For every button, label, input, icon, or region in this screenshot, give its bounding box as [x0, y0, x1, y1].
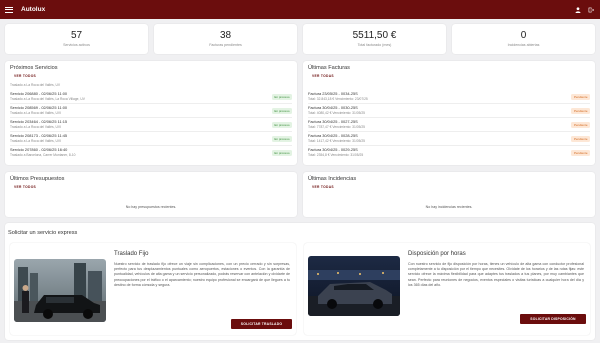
- status-badge: Pendiente: [571, 136, 590, 142]
- user-icon[interactable]: [575, 6, 581, 13]
- stat-card-incidencias: 0 Incidencias abiertas: [452, 24, 595, 54]
- item-subtitle: Traslado a La Roca del Vallès, UVI: [10, 125, 61, 129]
- ultimas-incidencias-card: Últimas Incidencias VER TODAS No hay inc…: [303, 172, 595, 217]
- list-item[interactable]: Servicio 208173 - 02/06/25 11:45 Traslad…: [10, 133, 292, 146]
- card-title: Traslado Fijo: [114, 251, 149, 257]
- card-description: Nuestro servicio de traslado fijo ofrece…: [114, 262, 290, 287]
- item-title: Servicio 208569 - 02/06/25 11:00: [10, 105, 68, 110]
- ver-todos-link[interactable]: VER TODOS: [14, 185, 36, 189]
- card-description: Con nuestro servicio de fijo disposición…: [408, 262, 584, 287]
- solicitar-traslado-button[interactable]: SOLICITAR TRASLADO: [231, 319, 292, 329]
- item-subtitle: Traslado a Barcelona, Carrer Muntaner, 8…: [10, 153, 76, 157]
- stat-card-servicios: 57 Servicios activos: [5, 24, 148, 54]
- item-subtitle: Traslado a La Roca del Vallès, La Roca V…: [10, 97, 85, 101]
- traslado-fijo-card: Traslado Fijo Nuestro servicio de trasla…: [10, 243, 296, 335]
- empty-message: No hay incidencias recientes.: [425, 205, 473, 209]
- logout-icon[interactable]: [588, 7, 594, 13]
- list-item[interactable]: Factura 30/04/25 - 0028-25S Total: 1417,…: [308, 133, 590, 146]
- list-item[interactable]: Servicio 206880 - 02/06/25 11:00 Traslad…: [10, 91, 292, 104]
- status-badge: Pendiente: [571, 150, 590, 156]
- item-subtitle: Total: 4080,42 € Vencimiento: 31/05/25: [308, 111, 366, 115]
- stat-value: 0: [520, 30, 527, 41]
- status-badge: En proceso: [271, 122, 292, 128]
- item-title: Factura 30/04/25 - 0029-25S: [308, 147, 358, 152]
- item-subtitle: Total: 1417,42 € Vencimiento: 31/05/25: [308, 139, 366, 143]
- express-title: Solicitar un servicio express: [8, 230, 78, 236]
- stat-card-total: 5511,50 € Total facturado (mes): [303, 24, 446, 54]
- card-title: Disposición por horas: [408, 251, 466, 257]
- list-item[interactable]: Servicio 207860 - 02/06/25 16:40 Traslad…: [10, 147, 292, 160]
- top-app-bar: Autolux: [0, 0, 600, 19]
- list-item[interactable]: Factura 23/05/25 - 0034-25S Total: 32.84…: [308, 91, 590, 104]
- menu-icon[interactable]: [5, 6, 13, 13]
- item-title: Servicio 206880 - 02/06/25 11:00: [10, 91, 68, 96]
- item-title: Factura 30/04/25 - 0028-25S: [308, 133, 358, 138]
- section-title: Próximos Servicios: [10, 65, 58, 71]
- status-badge: En proceso: [271, 136, 292, 142]
- item-title: Factura 23/05/25 - 0034-25S: [308, 91, 358, 96]
- stat-card-facturas: 38 Facturas pendientes: [154, 24, 297, 54]
- stat-value: 38: [219, 30, 232, 41]
- item-title: Servicio 207860 - 02/06/25 16:40: [10, 147, 68, 152]
- list-item[interactable]: Factura 30/04/25 - 0030-25S Total: 4080,…: [308, 105, 590, 118]
- solicitar-disposicion-button[interactable]: SOLICITAR DISPOSICIÓN: [520, 314, 586, 324]
- proximos-servicios-card: Próximos Servicios VER TODOS Traslado a …: [5, 61, 297, 165]
- list-item[interactable]: Servicio 208569 - 02/06/25 11:00 Traslad…: [10, 105, 292, 118]
- status-badge: Pendiente: [571, 108, 590, 114]
- ver-todos-link[interactable]: VER TODOS: [14, 74, 36, 78]
- status-badge: En proceso: [271, 94, 292, 100]
- item-title: Servicio 203464 - 02/06/25 11:15: [10, 119, 68, 124]
- section-title: Últimas Facturas: [308, 65, 350, 71]
- stat-label: Total facturado (mes): [357, 43, 392, 47]
- list-item[interactable]: Servicio 203464 - 02/06/25 11:15 Traslad…: [10, 119, 292, 132]
- item-title: Factura 30/04/25 - 0030-25S: [308, 105, 358, 110]
- item-title: Servicio 208173 - 02/06/25 11:45: [10, 133, 68, 138]
- item-subtitle: Traslado a La Roca del Vallès, UVI: [10, 111, 61, 115]
- list-item[interactable]: Factura 30/04/25 - 0029-25S Total: 2354,…: [308, 147, 590, 160]
- stat-value: 5511,50 €: [352, 30, 397, 41]
- section-title: Últimas Incidencias: [308, 176, 357, 182]
- item-subtitle: Total: 2354,8 € Vencimiento: 31/05/25: [308, 153, 364, 157]
- stat-label: Facturas pendientes: [209, 43, 242, 47]
- disposicion-horas-card: Disposición por horas Con nuestro servic…: [304, 243, 590, 335]
- stat-value: 57: [70, 30, 83, 41]
- status-badge: Pendiente: [571, 122, 590, 128]
- status-badge: Pendiente: [571, 94, 590, 100]
- ultimas-facturas-card: Últimas Facturas VER TODAS Factura 23/05…: [303, 61, 595, 165]
- item-subtitle: Total: 7787,47 € Vencimiento: 31/05/25: [308, 125, 366, 129]
- traslado-image: [14, 259, 106, 322]
- list-item[interactable]: Factura 30/04/25 - 0027-25S Total: 7787,…: [308, 119, 590, 132]
- stat-label: Incidencias abiertas: [507, 43, 540, 47]
- stat-label: Servicios activos: [63, 43, 90, 47]
- empty-message: No hay presupuestos recientes.: [125, 205, 177, 209]
- partial-row: Traslado a La Roca del Vallès, UV: [10, 83, 61, 87]
- item-subtitle: Traslado a La Roca del Vallès, UVI: [10, 139, 61, 143]
- item-subtitle: Total: 32.843,18 € Vencimiento: 23/07/25: [308, 97, 368, 101]
- ver-todas-link[interactable]: VER TODAS: [312, 74, 334, 78]
- ultimos-presupuestos-card: Últimos Presupuestos VER TODOS No hay pr…: [5, 172, 297, 217]
- disposicion-image: [308, 256, 400, 316]
- app-title: Autolux: [21, 6, 46, 13]
- section-title: Últimos Presupuestos: [10, 176, 65, 182]
- ver-todas-link[interactable]: VER TODAS: [312, 185, 334, 189]
- status-badge: En proceso: [271, 150, 292, 156]
- status-badge: En proceso: [271, 108, 292, 114]
- item-title: Factura 30/04/25 - 0027-25S: [308, 119, 358, 124]
